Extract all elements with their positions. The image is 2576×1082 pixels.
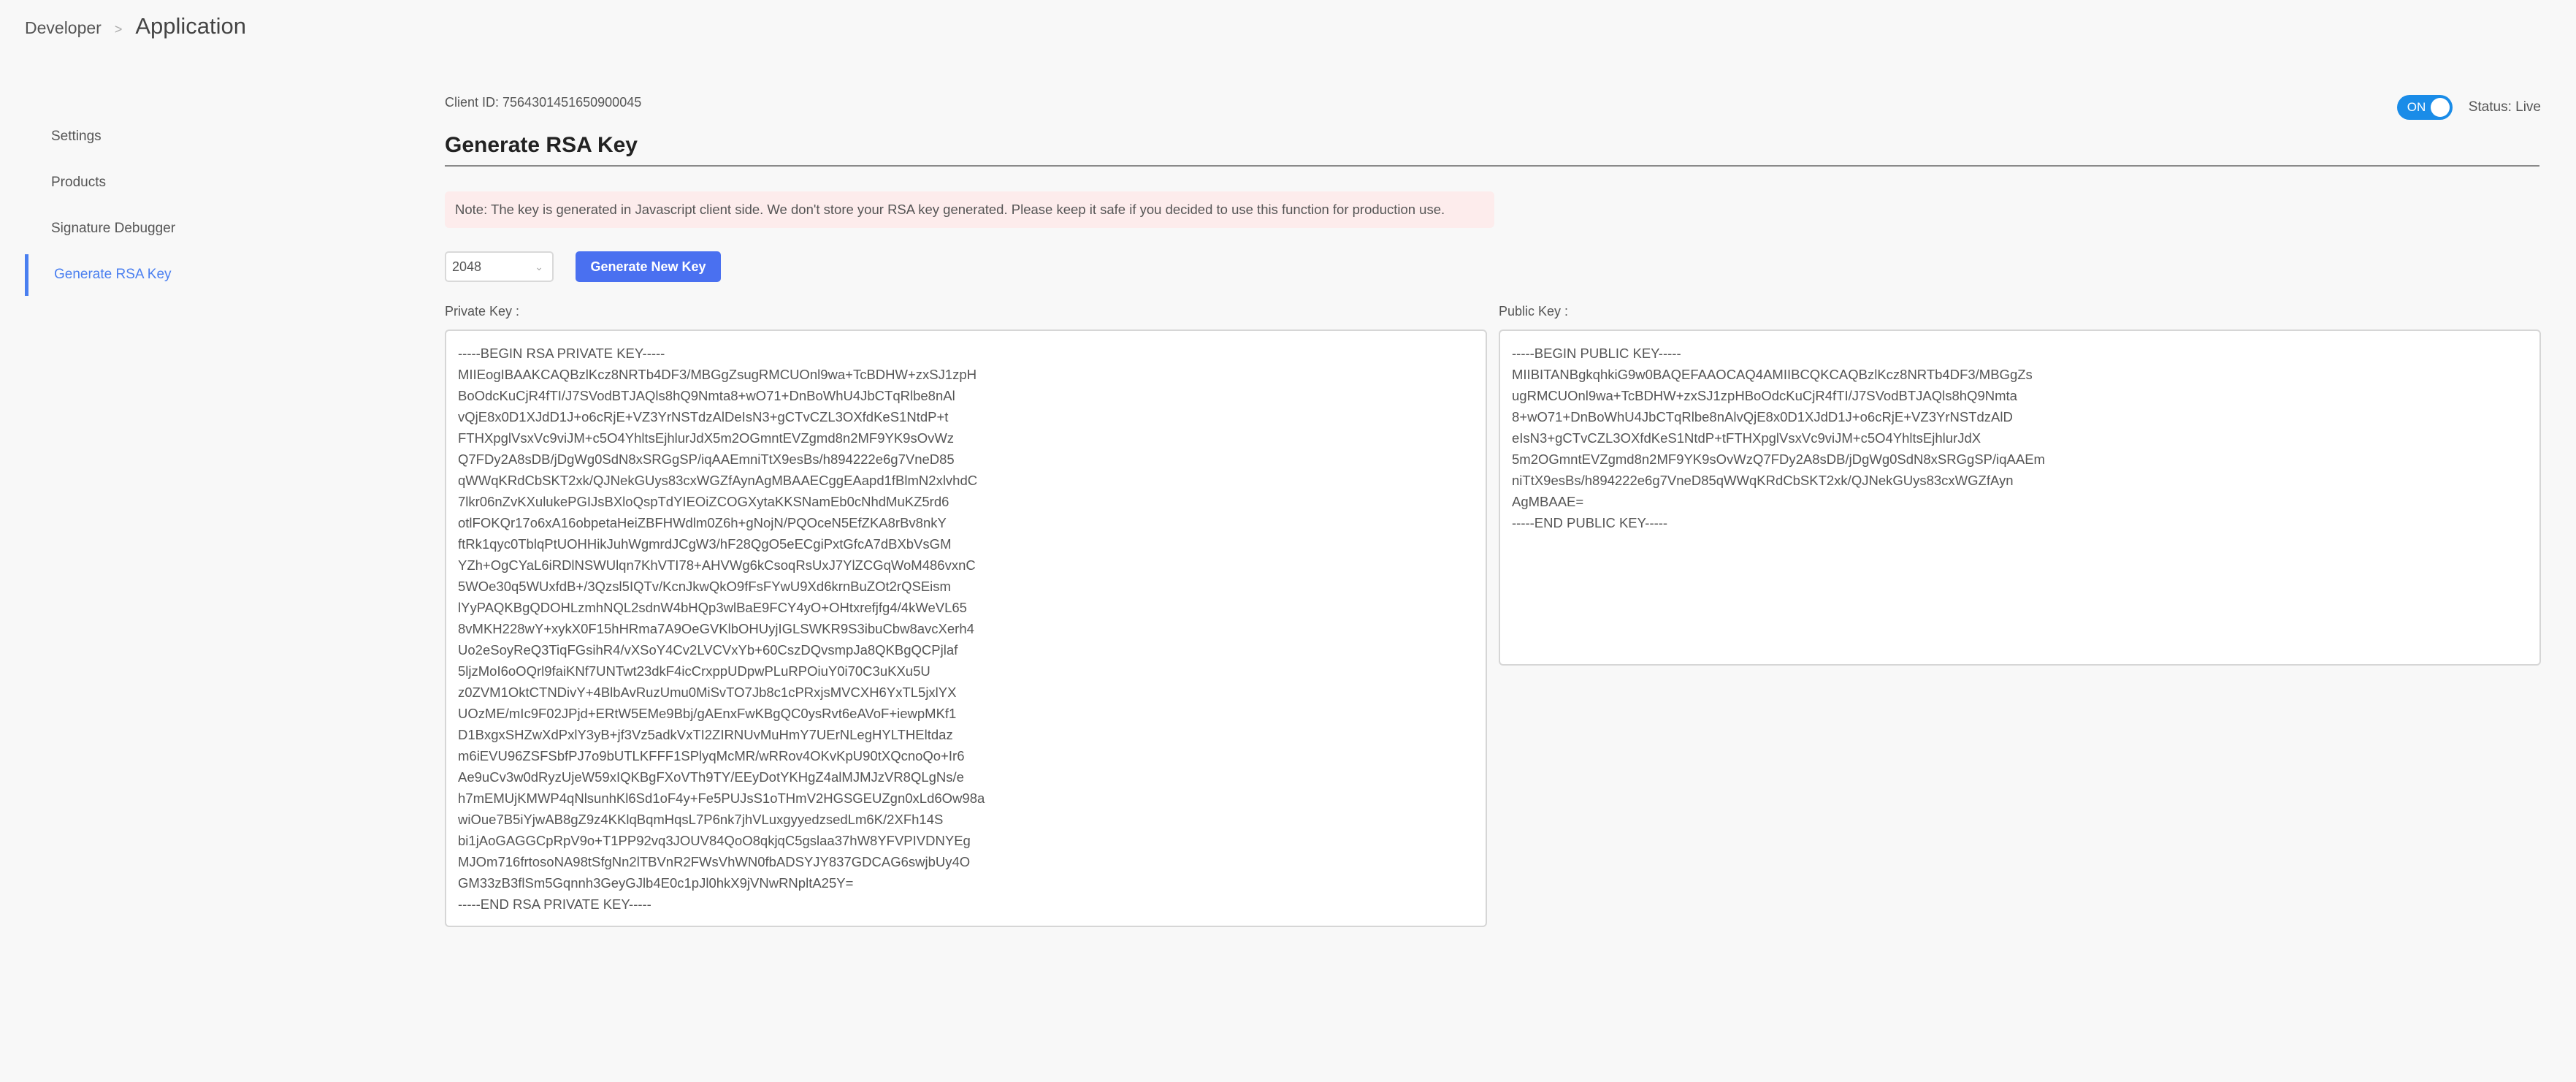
sidebar-item-label: Generate RSA Key xyxy=(54,266,172,282)
public-key-textarea[interactable]: -----BEGIN PUBLIC KEY----- MIIBITANBgkqh… xyxy=(1499,329,2541,666)
toggle-label: ON xyxy=(2407,100,2426,114)
breadcrumb-application: Application xyxy=(135,13,247,39)
sidebar-item-signature-debugger[interactable]: Signature Debugger xyxy=(25,205,390,251)
main-content: Client ID: 7564301451650900045 ON Status… xyxy=(445,95,2541,927)
sidebar: Settings Products Signature Debugger Gen… xyxy=(25,113,390,297)
key-size-select[interactable]: 2048 ⌄ xyxy=(445,251,554,282)
toggle-knob xyxy=(2430,98,2450,117)
status-text: Status: Live xyxy=(2468,99,2541,115)
live-toggle[interactable]: ON xyxy=(2396,95,2453,120)
sidebar-item-generate-rsa-key[interactable]: Generate RSA Key xyxy=(25,251,390,297)
sidebar-item-settings[interactable]: Settings xyxy=(25,113,390,159)
sidebar-item-label: Signature Debugger xyxy=(51,220,176,236)
keys-section: Private Key : -----BEGIN RSA PRIVATE KEY… xyxy=(445,304,2541,927)
note-banner: Note: The key is generated in Javascript… xyxy=(445,191,1494,228)
breadcrumb-separator-icon: > xyxy=(114,22,123,37)
breadcrumb: Developer > Application xyxy=(25,13,246,39)
status-area: ON Status: Live xyxy=(2396,95,2541,120)
private-key-section: Private Key : -----BEGIN RSA PRIVATE KEY… xyxy=(445,304,1487,927)
chevron-down-icon: ⌄ xyxy=(535,260,543,273)
sidebar-item-label: Products xyxy=(51,174,106,190)
sidebar-item-label: Settings xyxy=(51,128,102,144)
private-key-label: Private Key : xyxy=(445,304,520,319)
client-id: Client ID: 7564301451650900045 xyxy=(445,95,642,110)
generate-new-key-button[interactable]: Generate New Key xyxy=(576,251,721,282)
controls: 2048 ⌄ Generate New Key xyxy=(445,251,2541,282)
private-key-textarea[interactable]: -----BEGIN RSA PRIVATE KEY----- MIIEogIB… xyxy=(445,329,1487,927)
public-key-label: Public Key : xyxy=(1499,304,1569,319)
page-title: Generate RSA Key xyxy=(445,133,2539,167)
public-key-section: Public Key : -----BEGIN PUBLIC KEY----- … xyxy=(1499,304,2541,927)
key-size-value: 2048 xyxy=(452,259,482,274)
breadcrumb-developer[interactable]: Developer xyxy=(25,18,102,38)
note-text: Note: The key is generated in Javascript… xyxy=(455,202,1445,217)
sidebar-item-products[interactable]: Products xyxy=(25,159,390,205)
page: Developer > Application Settings Product… xyxy=(0,0,2576,1082)
